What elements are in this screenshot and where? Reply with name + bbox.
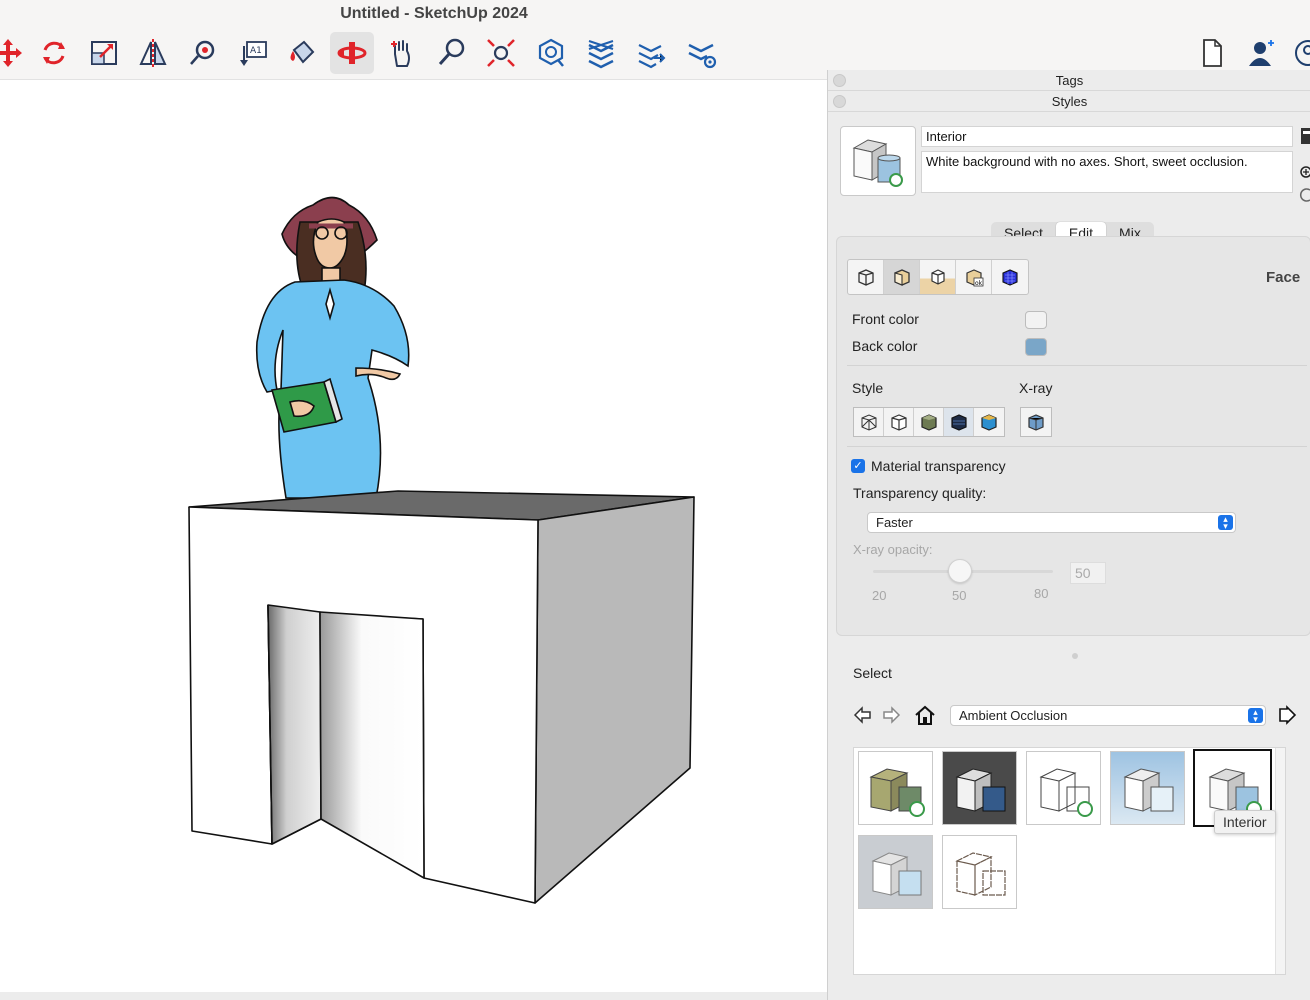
tray-toggle-icon[interactable] — [833, 74, 846, 87]
style-thumbnail[interactable] — [1026, 751, 1101, 825]
style-collection-value: Ambient Occlusion — [959, 708, 1068, 723]
select-section-label: Select — [853, 665, 892, 681]
material-transparency-label: Material transparency — [871, 458, 1006, 474]
transparency-quality-select[interactable]: Faster ▴ ▾ — [867, 512, 1236, 533]
settings-category-bar: ok — [847, 259, 1029, 295]
style-thumbnail[interactable] — [942, 835, 1017, 909]
style-actions-icon[interactable] — [1298, 126, 1310, 204]
user-icon[interactable] — [1240, 32, 1284, 74]
layers-export-icon[interactable] — [629, 32, 673, 74]
slider-tick-min: 20 — [872, 588, 887, 603]
scene-drawing — [188, 196, 695, 904]
zoom-extents-icon[interactable] — [479, 32, 523, 74]
modeling-settings-icon[interactable] — [992, 260, 1028, 294]
back-arrow-icon[interactable] — [853, 706, 873, 729]
face-style-buttons — [853, 407, 1005, 437]
back-color-swatch[interactable] — [1025, 338, 1047, 356]
layers-settings-icon[interactable] — [679, 32, 723, 74]
dropdown-arrows-icon: ▴ ▾ — [1218, 515, 1233, 531]
watermark-settings-icon[interactable]: ok — [956, 260, 992, 294]
profile-icon[interactable] — [1286, 32, 1310, 74]
style-label: Style — [852, 380, 884, 396]
pane-resize-handle[interactable] — [1072, 653, 1078, 659]
edit-settings-box: ok Face Front color Back color Style X-r… — [836, 236, 1310, 636]
section-title: Face — [1266, 269, 1301, 286]
tape-measure-icon[interactable] — [181, 32, 225, 74]
style-thumbnail[interactable] — [1110, 751, 1185, 825]
rotate-icon[interactable] — [32, 32, 76, 74]
layers-icon[interactable] — [579, 32, 623, 74]
shaded-style-icon[interactable] — [914, 408, 944, 436]
style-thumbnail[interactable] — [858, 751, 933, 825]
move-icon[interactable] — [0, 32, 30, 74]
scale-icon[interactable] — [82, 32, 126, 74]
style-tooltip: Interior — [1214, 810, 1276, 834]
details-arrow-icon[interactable] — [1277, 705, 1297, 730]
edge-settings-icon[interactable] — [848, 260, 884, 294]
background-settings-icon[interactable] — [920, 260, 956, 294]
tray-toggle-icon[interactable] — [833, 95, 846, 108]
slider-tick-mid: 50 — [952, 588, 967, 603]
front-color-swatch[interactable] — [1025, 311, 1047, 329]
forward-arrow-icon[interactable] — [881, 706, 901, 729]
paint-bucket-icon[interactable] — [280, 32, 324, 74]
transparency-quality-label: Transparency quality: — [853, 485, 987, 501]
orbit-icon[interactable] — [330, 32, 374, 74]
style-thumbnail[interactable] — [942, 751, 1017, 825]
default-tray: Tags Styles Interior White background wi… — [827, 70, 1310, 1000]
monochrome-style-icon[interactable] — [974, 408, 1004, 436]
building-model — [188, 490, 695, 904]
style-collection-select[interactable]: Ambient Occlusion ▴ ▾ — [950, 705, 1266, 726]
svg-text:A1: A1 — [250, 46, 262, 56]
section-plane-icon[interactable] — [529, 32, 573, 74]
scale-figure — [255, 196, 410, 499]
model-viewport[interactable] — [0, 80, 827, 992]
dropdown-arrows-icon: ▴ ▾ — [1248, 708, 1263, 724]
style-description-field[interactable]: White background with no axes. Short, sw… — [921, 151, 1293, 193]
hidden-line-style-icon[interactable] — [884, 408, 914, 436]
xray-opacity-slider-handle[interactable] — [948, 559, 972, 583]
gallery-scrollbar[interactable] — [1275, 748, 1285, 974]
style-name-field[interactable]: Interior — [921, 126, 1293, 147]
slider-tick-max: 80 — [1034, 586, 1049, 601]
tray-title-tags: Tags — [1055, 73, 1084, 88]
window-title: Untitled - SketchUp 2024 — [340, 5, 528, 22]
front-color-label: Front color — [852, 311, 919, 327]
title-bar: Untitled - SketchUp 2024 — [0, 0, 1310, 28]
tray-header-styles[interactable]: Styles — [828, 91, 1310, 112]
status-strip — [0, 992, 827, 1000]
tray-title-styles: Styles — [1051, 94, 1088, 109]
style-gallery — [853, 747, 1286, 975]
svg-text:ok: ok — [975, 280, 983, 287]
style-preview-thumbnail — [840, 126, 916, 196]
material-transparency-checkbox[interactable]: ✓ — [851, 459, 865, 473]
document-icon[interactable] — [1190, 32, 1234, 74]
back-color-label: Back color — [852, 338, 918, 354]
xray-label: X-ray — [1019, 380, 1053, 396]
face-settings-icon[interactable] — [884, 260, 920, 294]
divider — [847, 446, 1307, 447]
pan-icon[interactable] — [380, 32, 424, 74]
xray-opacity-value[interactable]: 50 — [1070, 562, 1106, 584]
divider — [847, 365, 1307, 366]
wireframe-style-icon[interactable] — [854, 408, 884, 436]
flip-icon[interactable] — [131, 32, 175, 74]
zoom-icon[interactable] — [430, 32, 474, 74]
shaded-textures-style-icon[interactable] — [944, 408, 974, 436]
xray-opacity-label: X-ray opacity: — [853, 542, 933, 557]
transparency-quality-value: Faster — [876, 515, 913, 530]
style-thumbnail[interactable] — [858, 835, 933, 909]
xray-style-icon[interactable] — [1021, 408, 1051, 436]
tray-header-tags[interactable]: Tags — [828, 70, 1310, 91]
xray-toggle — [1020, 407, 1052, 437]
text-label-icon[interactable]: A1 — [231, 32, 275, 74]
home-icon[interactable] — [914, 704, 936, 731]
